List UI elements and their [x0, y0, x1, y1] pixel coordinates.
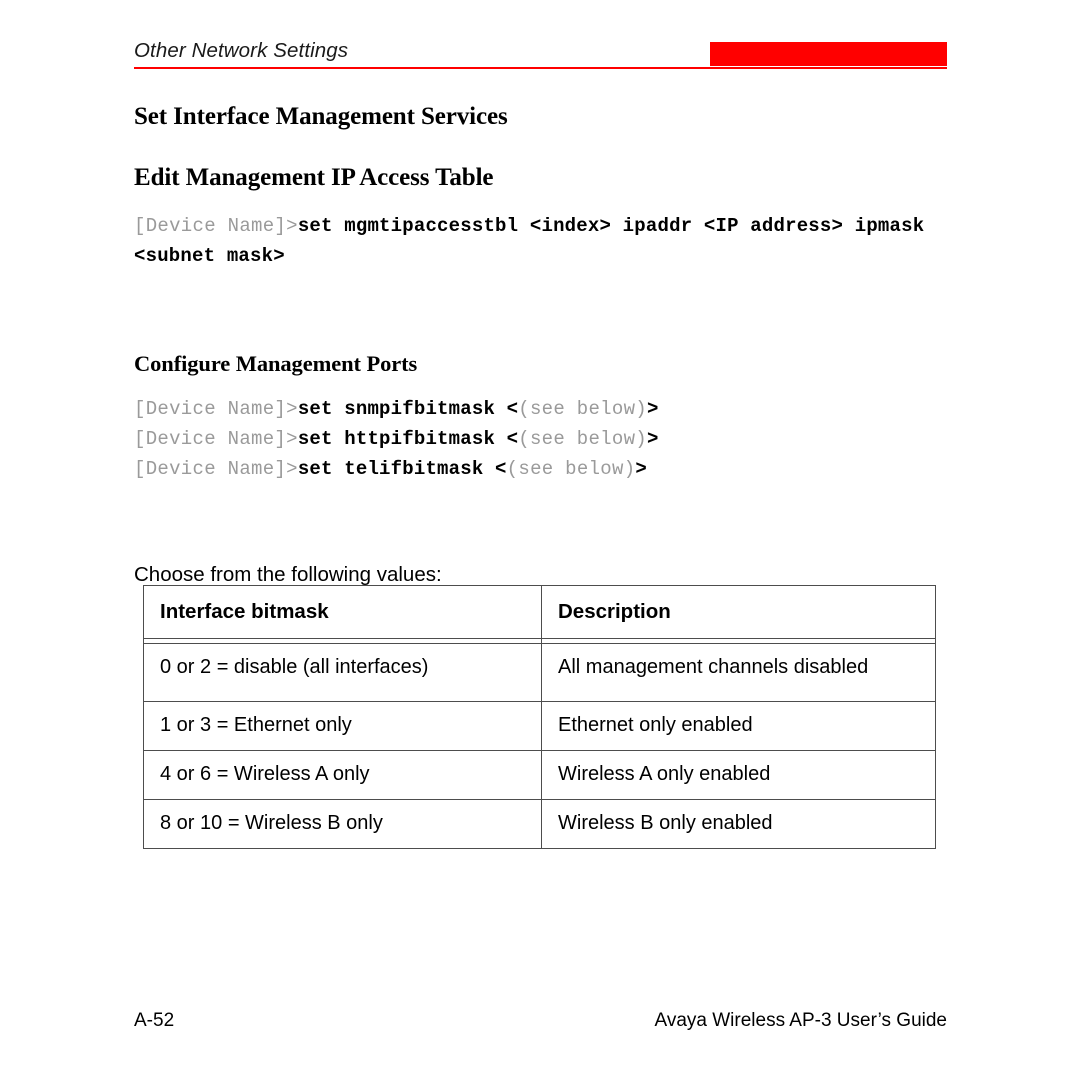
footer-document-title: Avaya Wireless AP-3 User’s Guide — [654, 1010, 947, 1031]
cli-placeholder-arg: (see below) — [506, 458, 636, 480]
section-heading-edit-management-ip-access-table: Edit Management IP Access Table — [134, 163, 494, 191]
cli-command-text: set httpifbitmask < — [297, 428, 519, 450]
cli-command-block-access-table: [Device Name]>set mgmtipaccesstbl <index… — [134, 211, 954, 271]
cli-prompt: [Device Name]> — [134, 428, 298, 450]
cli-command-text: set telifbitmask < — [297, 458, 507, 480]
footer-page-number: A-52 — [134, 1010, 175, 1031]
table-cell-description: Ethernet only enabled — [541, 701, 936, 751]
cli-command-tail: > — [635, 458, 648, 480]
interface-bitmask-table: Interface bitmask Description 0 or 2 = d… — [143, 585, 936, 849]
table-cell-bitmask: 1 or 3 = Ethernet only — [143, 701, 542, 751]
table-cell-bitmask: 8 or 10 = Wireless B only — [143, 799, 542, 849]
table-header-row: Interface bitmask Description — [143, 585, 936, 639]
page-footer: A-52 Avaya Wireless AP-3 User’s Guide — [134, 1008, 947, 1036]
document-page: Other Network Settings Set Interface Man… — [0, 0, 1080, 1080]
table-cell-description: Wireless A only enabled — [541, 750, 936, 800]
table-cell-bitmask: 0 or 2 = disable (all interfaces) — [143, 643, 542, 702]
cli-prompt: [Device Name]> — [134, 215, 298, 237]
cli-prompt: [Device Name]> — [134, 398, 298, 420]
running-header-title: Other Network Settings — [134, 39, 349, 62]
table-cell-bitmask: 4 or 6 = Wireless A only — [143, 750, 542, 800]
cli-command-line-snmp: [Device Name]>set snmpifbitmask <(see be… — [134, 394, 659, 424]
cli-command-tail: > — [647, 428, 659, 450]
table-cell-description: Wireless B only enabled — [541, 799, 936, 849]
section-heading-configure-management-ports: Configure Management Ports — [134, 350, 418, 376]
header-red-block-decoration — [710, 42, 947, 66]
cli-command-tail: > — [647, 398, 659, 420]
table-row: 0 or 2 = disable (all interfaces) All ma… — [143, 643, 936, 702]
section-heading-set-interface-management-services: Set Interface Management Services — [134, 102, 508, 130]
table-row: 1 or 3 = Ethernet only Ethernet only ena… — [143, 701, 936, 751]
table-row: 8 or 10 = Wireless B only Wireless B onl… — [143, 799, 936, 849]
cli-placeholder-arg: (see below) — [518, 428, 647, 450]
header-red-rule — [134, 67, 947, 69]
table-column-header-description: Description — [541, 585, 936, 639]
table-intro-text: Choose from the following values: — [134, 562, 442, 586]
cli-command-line: [Device Name]>set mgmtipaccesstbl <index… — [134, 211, 954, 271]
cli-command-text: set snmpifbitmask < — [297, 398, 519, 420]
table-row: 4 or 6 = Wireless A only Wireless A only… — [143, 750, 936, 800]
table-column-header-bitmask: Interface bitmask — [143, 585, 542, 639]
cli-command-line-telnet: [Device Name]>set telifbitmask <(see bel… — [134, 454, 659, 484]
table-header: Interface bitmask Description — [143, 585, 936, 644]
cli-command-line-http: [Device Name]>set httpifbitmask <(see be… — [134, 424, 659, 454]
table-cell-description: All management channels disabled — [541, 643, 936, 702]
cli-placeholder-arg: (see below) — [518, 398, 647, 420]
cli-prompt: [Device Name]> — [134, 458, 298, 480]
table-body: 0 or 2 = disable (all interfaces) All ma… — [143, 643, 936, 849]
cli-command-block-bitmask: [Device Name]>set snmpifbitmask <(see be… — [134, 394, 659, 484]
